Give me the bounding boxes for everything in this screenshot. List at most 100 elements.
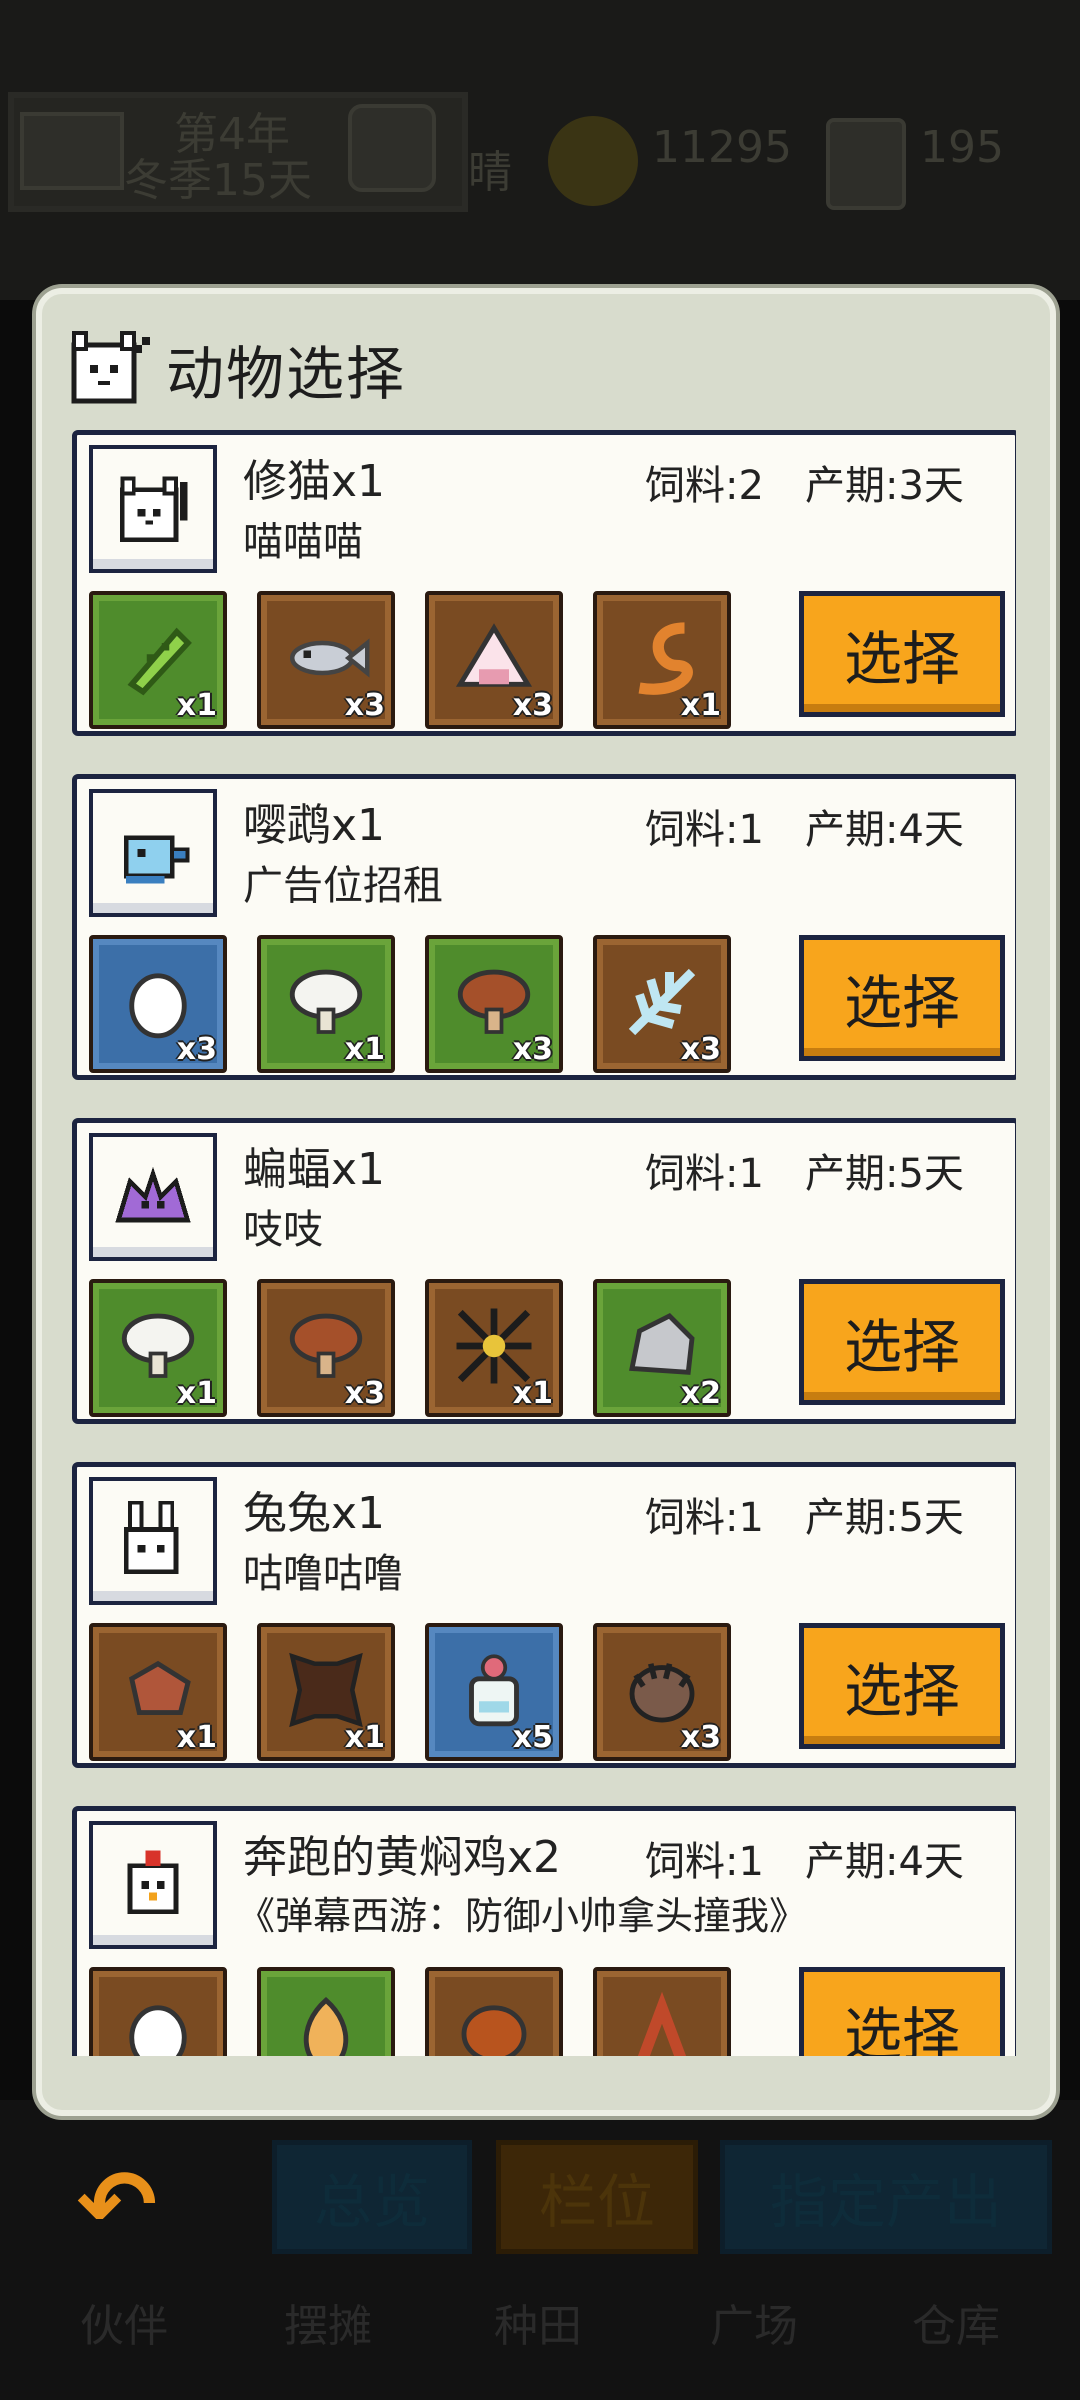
animal-desc: 咕噜咕噜 (243, 1551, 403, 1597)
production-period: 产期:4天 (805, 1839, 964, 1885)
chicken-icon (127, 1850, 179, 1915)
bat-icon (115, 1166, 191, 1223)
rabbit-icon (123, 1500, 179, 1574)
animal-portrait (89, 1477, 217, 1605)
feed-amount: 饲料:1 (645, 1151, 764, 1197)
cat-icon (120, 476, 188, 542)
item-quantity: x1 (176, 688, 217, 723)
animal-select-panel: 动物选择 修猫x1 喵喵喵 饲料:2 产期:3天 x1 x3 x3 x1 选择 … (36, 288, 1056, 2116)
cat-icon (71, 331, 150, 404)
item-quantity: x1 (176, 1720, 217, 1755)
animal-list[interactable]: 修猫x1 喵喵喵 饲料:2 产期:3天 x1 x3 x3 x1 选择 嘤鹉x1 … (72, 430, 1016, 2056)
animal-card: 修猫x1 喵喵喵 饲料:2 产期:3天 x1 x3 x3 x1 选择 (72, 430, 1016, 736)
animal-name: 奔跑的黄焖鸡x2 (243, 1832, 562, 1883)
feed-amount: 饲料:2 (645, 463, 764, 509)
item-quantity: x3 (176, 1032, 217, 1067)
animal-name: 兔兔x1 (243, 1488, 386, 1539)
output-item[interactable] (425, 1967, 563, 2056)
panel-title: 动物选择 (166, 340, 407, 408)
item-quantity: x2 (680, 1376, 721, 1411)
coin-icon (548, 116, 638, 206)
output-item[interactable]: x3 (593, 1623, 731, 1761)
animal-desc: 《弹幕西游：防御小帅拿头撞我》 (237, 1894, 808, 1938)
output-item[interactable]: x1 (89, 1623, 227, 1761)
output-item[interactable]: x3 (89, 935, 227, 1073)
select-button[interactable]: 选择 (799, 591, 1005, 717)
item-quantity: x3 (680, 1032, 721, 1067)
clock-icon (348, 104, 436, 192)
animal-name: 修猫x1 (243, 456, 386, 507)
animal-card: 蝙蝠x1 吱吱 饲料:1 产期:5天 x1 x3 x1 x2 选择 (72, 1118, 1016, 1424)
item-quantity: x3 (344, 1376, 385, 1411)
item-quantity: x1 (512, 1376, 553, 1411)
production-period: 产期:3天 (805, 463, 964, 509)
animal-name: 蝙蝠x1 (243, 1144, 386, 1195)
animal-portrait (89, 445, 217, 573)
item-quantity: x3 (512, 688, 553, 723)
animal-desc: 喵喵喵 (243, 519, 363, 565)
production-period: 产期:5天 (805, 1495, 964, 1541)
animal-portrait (89, 789, 217, 917)
output-item[interactable]: x5 (425, 1623, 563, 1761)
output-item[interactable]: x3 (425, 591, 563, 729)
item-quantity: x1 (344, 1032, 385, 1067)
animal-card: 奔跑的黄焖鸡x2 《弹幕西游：防御小帅拿头撞我》 饲料:1 产期:4天 选择 (72, 1806, 1016, 2056)
output-item[interactable]: x2 (593, 1279, 731, 1417)
item-quantity: x1 (344, 1720, 385, 1755)
nav-farm[interactable]: 种田 (494, 2290, 582, 2354)
date-box: 第4年 冬季15天 (8, 92, 468, 212)
parrot-icon (123, 835, 190, 884)
production-period: 产期:5天 (805, 1151, 964, 1197)
ticket-count: 195 (920, 122, 1004, 173)
feed-amount: 饲料:1 (645, 807, 764, 853)
undo-icon[interactable]: ↶ (62, 2149, 172, 2261)
panel-header: 动物选择 (62, 324, 406, 414)
tab-overview[interactable]: 总览 (272, 2140, 472, 2254)
output-item[interactable]: x3 (425, 935, 563, 1073)
nav-warehouse[interactable]: 仓库 (912, 2290, 1000, 2354)
output-item[interactable]: x1 (257, 1623, 395, 1761)
bed-icon (20, 112, 124, 190)
item-quantity: x3 (680, 1720, 721, 1755)
output-item[interactable] (257, 1967, 395, 2056)
animal-card: 嘤鹉x1 广告位招租 饲料:1 产期:4天 x3 x1 x3 x3 选择 (72, 774, 1016, 1080)
item-quantity: x5 (512, 1720, 553, 1755)
output-item[interactable]: x1 (425, 1279, 563, 1417)
drumstick-icon (461, 2005, 527, 2056)
output-item[interactable] (89, 1967, 227, 2056)
animal-card: 兔兔x1 咕噜咕噜 饲料:1 产期:5天 x1 x1 x5 x3 选择 (72, 1462, 1016, 1768)
select-button[interactable]: 选择 (799, 1623, 1005, 1749)
item-quantity: x3 (512, 1032, 553, 1067)
output-item[interactable] (593, 1967, 731, 2056)
output-item[interactable]: x1 (257, 935, 395, 1073)
item-quantity: x1 (176, 1376, 217, 1411)
production-period: 产期:4天 (805, 807, 964, 853)
output-item[interactable]: x3 (593, 935, 731, 1073)
animal-desc: 广告位招租 (243, 863, 443, 909)
animal-name: 嘤鹉x1 (243, 800, 386, 851)
leaf-icon (303, 1997, 349, 2056)
ticket-icon (826, 118, 906, 210)
output-item[interactable]: x1 (89, 1279, 227, 1417)
animal-desc: 吱吱 (243, 1207, 323, 1253)
coin-count: 11295 (652, 122, 792, 173)
select-button[interactable]: 选择 (799, 935, 1005, 1061)
output-item[interactable]: x3 (257, 1279, 395, 1417)
nav-partner[interactable]: 伙伴 (80, 2290, 168, 2354)
feed-amount: 饲料:1 (645, 1839, 764, 1885)
output-item[interactable]: x1 (89, 591, 227, 729)
nav-stall[interactable]: 摆摊 (284, 2290, 372, 2354)
feed-amount: 饲料:1 (645, 1495, 764, 1541)
output-item[interactable]: x3 (257, 591, 395, 729)
item-quantity: x1 (680, 688, 721, 723)
egg-icon (129, 2005, 187, 2056)
tab-slots[interactable]: 栏位 (496, 2140, 698, 2254)
select-button[interactable]: 选择 (799, 1967, 1005, 2056)
nav-plaza[interactable]: 广场 (710, 2290, 798, 2354)
output-item[interactable]: x1 (593, 591, 731, 729)
season-day-label: 冬季15天 (124, 155, 312, 206)
animal-portrait (89, 1133, 217, 1261)
wood-icon (637, 1991, 687, 2056)
select-button[interactable]: 选择 (799, 1279, 1005, 1405)
tab-designated-output[interactable]: 指定产出 (720, 2140, 1052, 2254)
